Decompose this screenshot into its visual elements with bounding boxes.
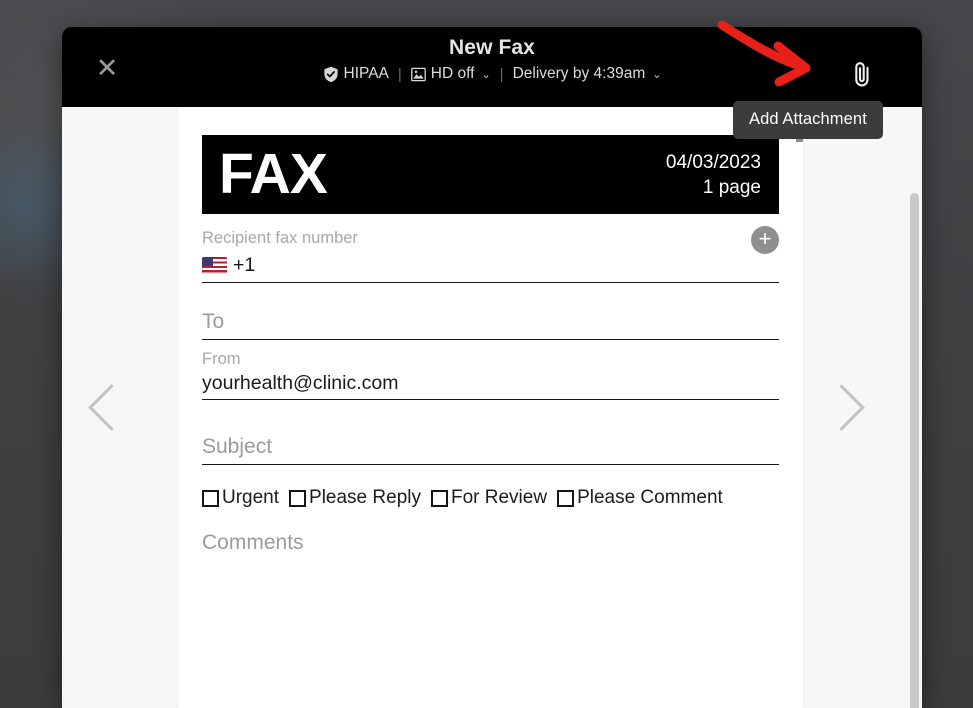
hd-toggle[interactable]: HD off ⌄ (402, 65, 500, 83)
modal-body: ✕ FAX 04/03/2023 1 page Recipient fax nu… (62, 107, 922, 708)
checkbox-urgent[interactable]: Urgent (202, 487, 279, 509)
fax-banner-title: FAX (219, 142, 328, 206)
checkbox-label: Urgent (222, 487, 280, 508)
modal-status-bar: HIPAA | HD off ⌄ | Delivery by 4:39am ⌄ (62, 65, 922, 83)
chevron-left-icon (87, 384, 135, 431)
modal-scrollbar-thumb[interactable] (910, 193, 919, 708)
fax-flags-row: Urgent Please Reply For Review Please Co… (202, 487, 779, 509)
from-label: From (202, 350, 241, 368)
fax-banner: FAX 04/03/2023 1 page (202, 135, 779, 214)
hd-label: HD off (430, 65, 475, 82)
modal-scrollbar[interactable] (910, 193, 919, 708)
from-field: From yourhealth@clinic.com (202, 349, 779, 400)
checkbox-please-reply[interactable]: Please Reply (289, 487, 421, 509)
chevron-down-icon: ⌄ (652, 68, 662, 81)
fax-page-count: 1 page (702, 176, 761, 198)
checkbox-box-icon[interactable] (557, 489, 575, 507)
to-placeholder: To (202, 310, 225, 333)
checkbox-label: Please Reply (309, 487, 421, 508)
add-attachment-tooltip: Add Attachment (733, 101, 883, 139)
subject-field: Subject (202, 432, 779, 465)
to-field: To (202, 307, 779, 340)
to-input[interactable]: To (202, 307, 779, 340)
recipient-row: +1 (202, 248, 779, 282)
chevron-right-icon (817, 384, 865, 431)
next-page-button[interactable] (798, 107, 884, 708)
fax-date: 04/03/2023 (665, 151, 761, 173)
fax-form: FAX 04/03/2023 1 page Recipient fax numb… (178, 107, 803, 555)
subject-placeholder: Subject (202, 435, 273, 458)
country-code-value: +1 (233, 253, 256, 276)
modal-title: New Fax (449, 36, 535, 59)
checkbox-box-icon[interactable] (289, 489, 307, 507)
us-flag-icon (202, 256, 227, 274)
checkbox-label: Please Comment (577, 487, 723, 508)
fax-banner-meta: 04/03/2023 1 page (666, 150, 761, 200)
add-attachment-icon[interactable] (850, 60, 874, 95)
image-quality-icon (410, 67, 426, 82)
modal-header: ✕ New Fax HIPAA | HD off ⌄ | Delivery by… (62, 27, 922, 107)
header-actions (850, 60, 898, 95)
add-recipient-button[interactable]: + (751, 226, 779, 254)
subject-input[interactable]: Subject (202, 432, 779, 465)
previous-page-button[interactable] (68, 107, 154, 708)
recipient-fax-input[interactable]: +1 (202, 248, 779, 283)
modal-header-center: New Fax HIPAA | HD off ⌄ | Delivery by 4… (62, 36, 922, 83)
checkbox-for-review[interactable]: For Review (430, 487, 548, 509)
hipaa-label: HIPAA (343, 65, 389, 82)
checkbox-box-icon[interactable] (430, 489, 448, 507)
fax-cover-page: ✕ FAX 04/03/2023 1 page Recipient fax nu… (178, 107, 803, 708)
checkbox-box-icon[interactable] (202, 489, 219, 507)
from-input[interactable]: yourhealth@clinic.com (202, 369, 779, 400)
hipaa-status: HIPAA (314, 65, 398, 83)
from-value: yourhealth@clinic.com (202, 372, 399, 394)
comments-input[interactable]: Comments (202, 531, 779, 555)
shield-check-icon (323, 66, 339, 83)
chevron-down-icon: ⌄ (481, 68, 491, 81)
delivery-label: Delivery by 4:39am (512, 65, 646, 82)
delivery-time-selector[interactable]: Delivery by 4:39am ⌄ (504, 65, 671, 83)
checkbox-label: For Review (450, 487, 548, 508)
recipient-fax-field: Recipient fax number +1 + (202, 226, 779, 283)
checkbox-please-comment[interactable]: Please Comment (557, 487, 723, 509)
recipient-fax-label: Recipient fax number (202, 229, 358, 247)
